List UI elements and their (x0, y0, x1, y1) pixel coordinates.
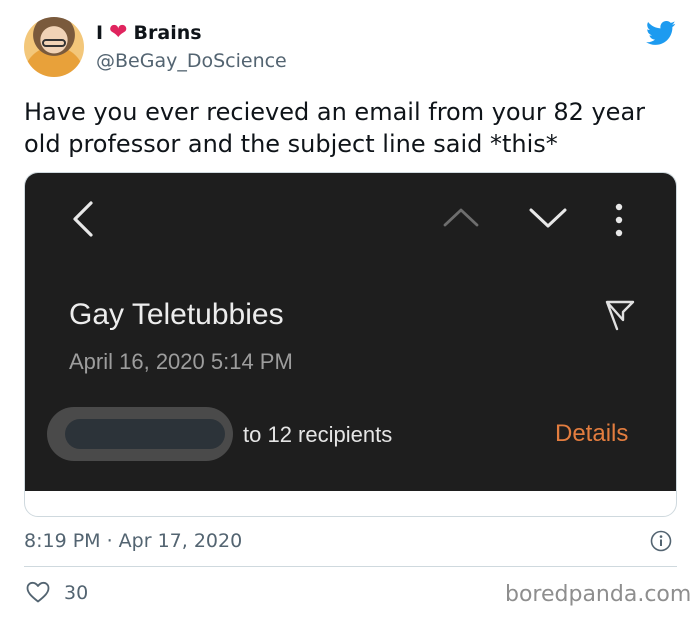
author-name-suffix: Brains (133, 22, 202, 44)
chevron-down-icon (529, 208, 567, 228)
like-count: 30 (64, 582, 89, 604)
email-subject: Gay Teletubbies (69, 298, 284, 331)
author-display-name[interactable]: I ❤ Brains (96, 20, 202, 45)
email-recipients: to 12 recipients (243, 422, 393, 447)
email-date: April 16, 2020 5:14 PM (69, 349, 293, 374)
avatar[interactable] (24, 17, 84, 77)
author-handle[interactable]: @BeGay_DoScience (96, 50, 287, 72)
sender-redacted (65, 419, 225, 449)
tweet-text: Have you ever recieved an email from you… (24, 98, 646, 158)
more-vertical-icon (615, 203, 623, 237)
avatar-glasses (42, 39, 66, 47)
tweet-media[interactable]: Gay Teletubbies April 16, 2020 5:14 PM t… (24, 172, 677, 517)
watermark: boredpanda.com (505, 582, 692, 607)
author-name-prefix: I (96, 22, 104, 44)
flag-icon (605, 300, 635, 331)
info-icon[interactable] (650, 530, 672, 552)
chevron-left-icon (73, 201, 93, 237)
heart-emoji-icon: ❤ (109, 20, 128, 45)
email-screenshot: Gay Teletubbies April 16, 2020 5:14 PM t… (25, 173, 676, 491)
email-details-link: Details (555, 420, 629, 447)
twitter-bird-icon[interactable] (644, 18, 678, 48)
heart-outline-icon[interactable] (26, 581, 50, 603)
tweet-timestamp[interactable]: 8:19 PM · Apr 17, 2020 (24, 530, 242, 552)
divider (24, 566, 677, 567)
chevron-up-icon (443, 208, 479, 227)
